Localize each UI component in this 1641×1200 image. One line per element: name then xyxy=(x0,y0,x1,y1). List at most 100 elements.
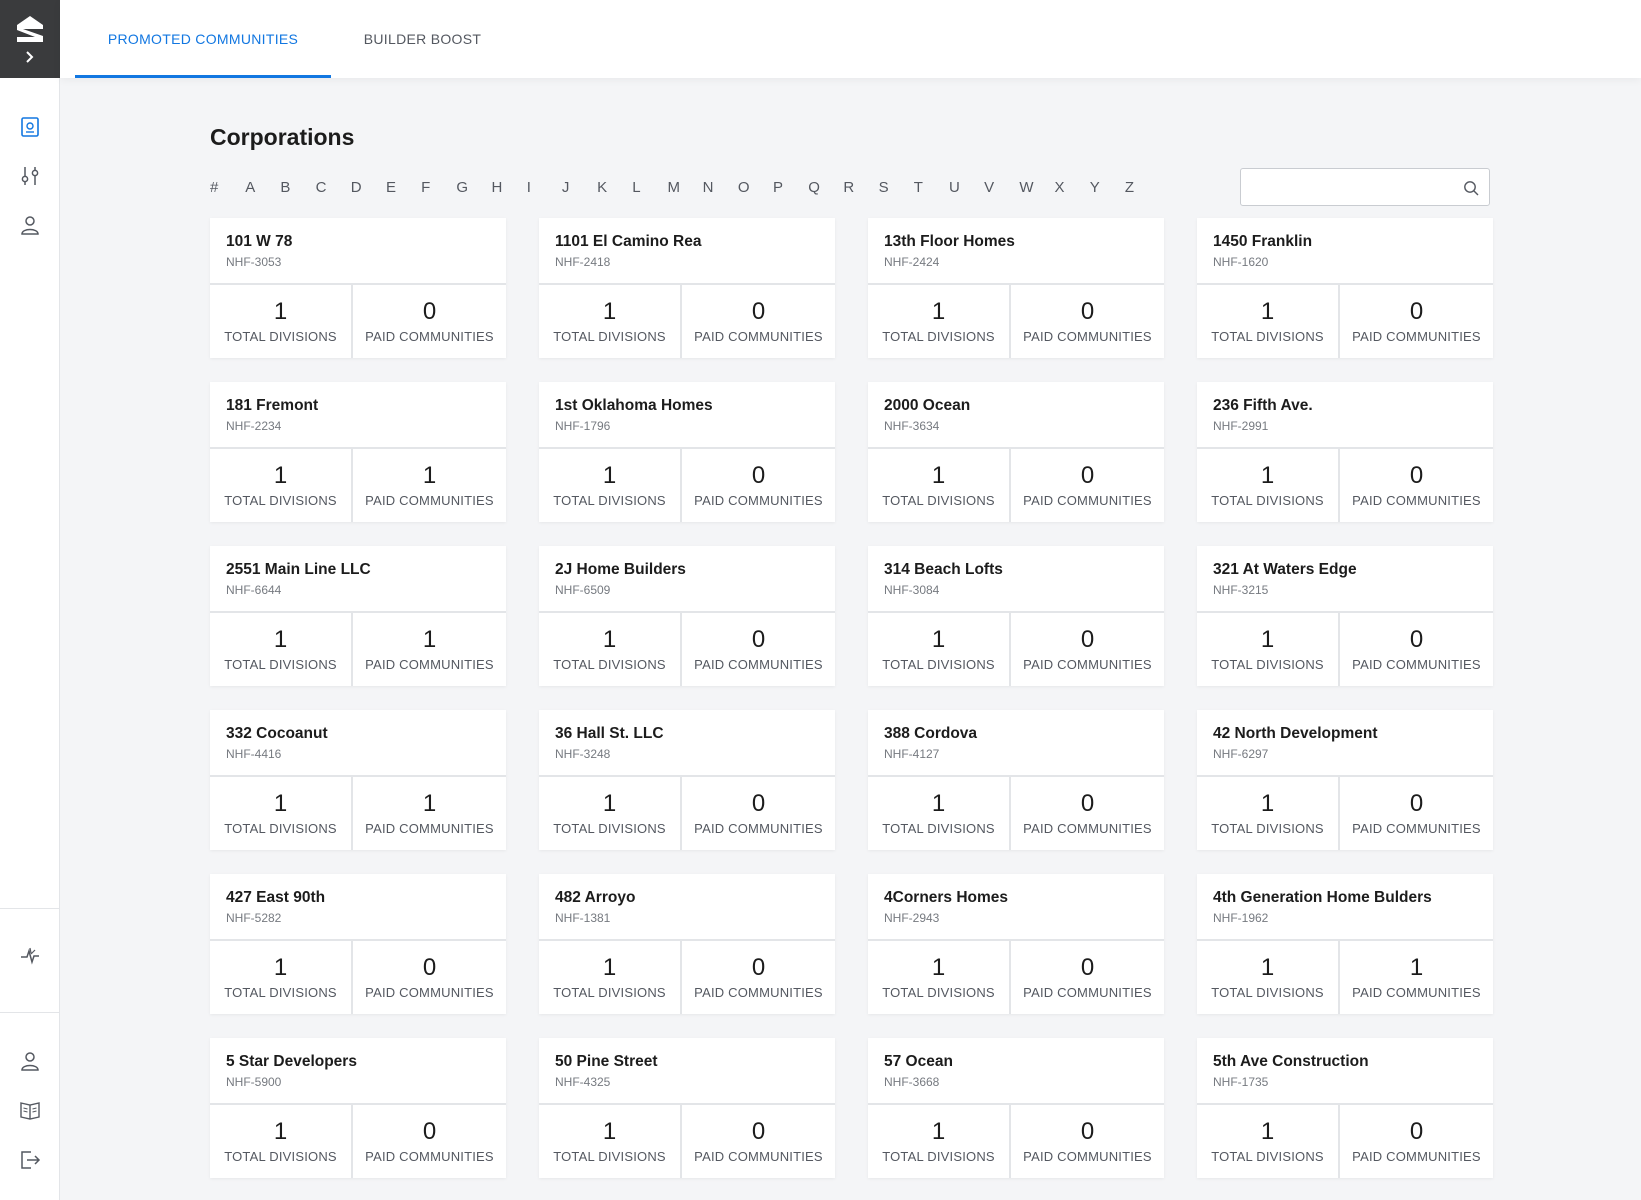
corporation-card[interactable]: 332 Cocoanut NHF-4416 1 TOTAL DIVISIONS 1 PAI… xyxy=(210,710,506,850)
total-divisions-value: 1 xyxy=(273,790,288,817)
alphabet-letter[interactable]: Y xyxy=(1090,179,1125,196)
corporation-card[interactable]: 42 North Development NHF-6297 1 TOTAL DIVIS… xyxy=(1197,710,1493,850)
corporation-card[interactable]: 181 Fremont NHF-2234 1 TOTAL DIVISIONS 1 PAID… xyxy=(210,382,506,522)
users-icon[interactable] xyxy=(0,205,60,245)
paid-communities-stat: 0 PAID COMMUNITIES xyxy=(680,777,835,850)
total-divisions-stat: 1 TOTAL DIVISIONS xyxy=(1197,941,1338,1014)
alphabet-letter[interactable]: N xyxy=(703,179,738,196)
dashboard-icon[interactable] xyxy=(0,107,60,147)
corporation-card[interactable]: 57 Ocean NHF-3668 1 TOTAL DIVISIONS 0 PAID CO… xyxy=(868,1038,1164,1178)
tab-promoted-communities[interactable]: PROMOTED COMMUNITIES xyxy=(75,0,331,78)
card-stats: 1 TOTAL DIVISIONS 1 PAID COMMUNITIES xyxy=(210,449,506,522)
alphabet-letter[interactable]: F xyxy=(421,179,456,196)
corporation-card[interactable]: 2J Home Builders NHF-6509 1 TOTAL DIVISIONS… xyxy=(539,546,835,686)
card-stats: 1 TOTAL DIVISIONS 0 PAID COMMUNITIES xyxy=(1197,777,1493,850)
alphabet-letter[interactable]: T xyxy=(914,179,949,196)
alphabet-letter[interactable]: V xyxy=(984,179,1019,196)
corporation-id: NHF-4325 xyxy=(555,1075,611,1089)
corporation-name: 57 Ocean xyxy=(884,1053,953,1070)
corporation-name: 1101 El Camino Rea xyxy=(555,233,702,250)
alphabet-letter[interactable]: Q xyxy=(808,179,843,196)
alphabet-letter[interactable]: G xyxy=(456,179,491,196)
profile-icon[interactable] xyxy=(0,1041,60,1081)
alphabet-letter[interactable]: # xyxy=(210,179,245,196)
corporation-name: 1st Oklahoma Homes xyxy=(555,397,713,414)
total-divisions-stat: 1 TOTAL DIVISIONS xyxy=(210,1105,351,1178)
alphabet-letter[interactable]: A xyxy=(245,179,280,196)
total-divisions-value: 1 xyxy=(931,1118,946,1145)
alphabet-letter[interactable]: D xyxy=(351,179,386,196)
corporation-card[interactable]: 4th Generation Home Bulders NHF-1962 1 TOTA… xyxy=(1197,874,1493,1014)
search-icon[interactable] xyxy=(1463,180,1479,196)
alphabet-letter[interactable]: E xyxy=(386,179,421,196)
alphabet-letter[interactable]: O xyxy=(738,179,773,196)
paid-communities-stat: 0 PAID COMMUNITIES xyxy=(1338,1105,1493,1178)
total-divisions-label: TOTAL DIVISIONS xyxy=(553,1149,666,1164)
paid-communities-value: 0 xyxy=(751,1118,766,1145)
chevron-right-icon[interactable] xyxy=(23,50,37,64)
total-divisions-stat: 1 TOTAL DIVISIONS xyxy=(539,1105,680,1178)
corporation-card[interactable]: 5 Star Developers NHF-5900 1 TOTAL DIVISION… xyxy=(210,1038,506,1178)
card-header: 50 Pine Street NHF-4325 xyxy=(539,1038,835,1105)
filters-icon[interactable] xyxy=(0,156,60,196)
guide-icon[interactable] xyxy=(0,1090,60,1130)
total-divisions-value: 1 xyxy=(931,954,946,981)
corporation-id: NHF-3215 xyxy=(1213,583,1269,597)
alphabet-letter[interactable]: U xyxy=(949,179,984,196)
paid-communities-label: PAID COMMUNITIES xyxy=(365,329,494,344)
corporation-card[interactable]: 236 Fifth Ave. NHF-2991 1 TOTAL DIVISIONS 0 P… xyxy=(1197,382,1493,522)
alphabet-letter[interactable]: W xyxy=(1019,179,1054,196)
total-divisions-stat: 1 TOTAL DIVISIONS xyxy=(1197,777,1338,850)
alphabet-letter[interactable]: M xyxy=(667,179,702,196)
corporation-card[interactable]: 2000 Ocean NHF-3634 1 TOTAL DIVISIONS 0 PAID … xyxy=(868,382,1164,522)
brand-block[interactable] xyxy=(0,0,60,78)
corporation-id: NHF-3668 xyxy=(884,1075,940,1089)
paid-communities-stat: 0 PAID COMMUNITIES xyxy=(1338,449,1493,522)
alphabet-letter[interactable]: X xyxy=(1055,179,1090,196)
alphabet-letter[interactable]: B xyxy=(280,179,315,196)
corporation-card[interactable]: 5th Ave Construction NHF-1735 1 TOTAL DIVIS… xyxy=(1197,1038,1493,1178)
paid-communities-stat: 0 PAID COMMUNITIES xyxy=(680,1105,835,1178)
corporation-id: NHF-5900 xyxy=(226,1075,282,1089)
corporation-card[interactable]: 388 Cordova NHF-4127 1 TOTAL DIVISIONS 0 PAID… xyxy=(868,710,1164,850)
total-divisions-label: TOTAL DIVISIONS xyxy=(882,657,995,672)
corporation-card[interactable]: 101 W 78 NHF-3053 1 TOTAL DIVISIONS 0 PAID CO… xyxy=(210,218,506,358)
total-divisions-stat: 1 TOTAL DIVISIONS xyxy=(1197,1105,1338,1178)
total-divisions-stat: 1 TOTAL DIVISIONS xyxy=(539,941,680,1014)
alphabet-letter[interactable]: L xyxy=(632,179,667,196)
corporation-id: NHF-2424 xyxy=(884,255,940,269)
activity-icon[interactable] xyxy=(0,936,60,976)
alphabet-letter[interactable]: S xyxy=(879,179,914,196)
corporation-card[interactable]: 50 Pine Street NHF-4325 1 TOTAL DIVISIONS 0 P… xyxy=(539,1038,835,1178)
search-input[interactable] xyxy=(1241,169,1451,205)
total-divisions-label: TOTAL DIVISIONS xyxy=(224,985,337,1000)
alphabet-letter[interactable]: J xyxy=(562,179,597,196)
logout-icon[interactable] xyxy=(0,1140,60,1180)
corporation-card[interactable]: 36 Hall St. LLC NHF-3248 1 TOTAL DIVISIONS 0… xyxy=(539,710,835,850)
corporation-card[interactable]: 427 East 90th NHF-5282 1 TOTAL DIVISIONS 0 PA… xyxy=(210,874,506,1014)
alphabet-letter[interactable]: C xyxy=(316,179,351,196)
corporation-card[interactable]: 482 Arroyo NHF-1381 1 TOTAL DIVISIONS 0 PAID … xyxy=(539,874,835,1014)
alphabet-letter[interactable]: I xyxy=(527,179,562,196)
tab-builder-boost[interactable]: BUILDER BOOST xyxy=(345,0,500,78)
corporation-card[interactable]: 4Corners Homes NHF-2943 1 TOTAL DIVISIONS 0 P… xyxy=(868,874,1164,1014)
corporation-card[interactable]: 314 Beach Lofts NHF-3084 1 TOTAL DIVISIONS 0… xyxy=(868,546,1164,686)
alphabet-letter[interactable]: K xyxy=(597,179,632,196)
corporation-card[interactable]: 2551 Main Line LLC NHF-6644 1 TOTAL DIVISIO… xyxy=(210,546,506,686)
paid-communities-label: PAID COMMUNITIES xyxy=(694,985,823,1000)
paid-communities-stat: 0 PAID COMMUNITIES xyxy=(1009,941,1164,1014)
corporation-id: NHF-6644 xyxy=(226,583,282,597)
corporation-card[interactable]: 1101 El Camino Rea NHF-2418 1 TOTAL DIVISIO… xyxy=(539,218,835,358)
corporation-card[interactable]: 13th Floor Homes NHF-2424 1 TOTAL DIVISIONS… xyxy=(868,218,1164,358)
corporation-card[interactable]: 321 At Waters Edge NHF-3215 1 TOTAL DIVISIO… xyxy=(1197,546,1493,686)
corporation-id: NHF-4127 xyxy=(884,747,940,761)
alphabet-letter[interactable]: R xyxy=(843,179,878,196)
corporation-id: NHF-1620 xyxy=(1213,255,1269,269)
alphabet-letter[interactable]: P xyxy=(773,179,808,196)
alphabet-letter[interactable]: H xyxy=(492,179,527,196)
corporation-card[interactable]: 1450 Franklin NHF-1620 1 TOTAL DIVISIONS 0 PA… xyxy=(1197,218,1493,358)
corporation-card[interactable]: 1st Oklahoma Homes NHF-1796 1 TOTAL DIVISIO… xyxy=(539,382,835,522)
paid-communities-stat: 0 PAID COMMUNITIES xyxy=(1009,777,1164,850)
alphabet-letter[interactable]: Z xyxy=(1125,179,1160,196)
paid-communities-value: 1 xyxy=(1409,954,1424,981)
